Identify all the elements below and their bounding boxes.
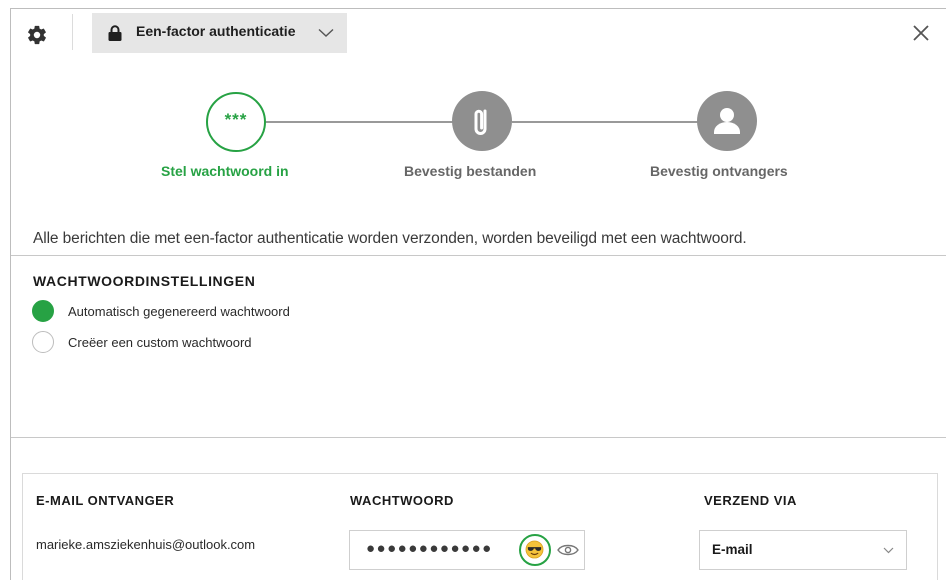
step-connector (266, 121, 454, 123)
step-connector (512, 121, 699, 123)
sunglasses-emoji-icon (525, 540, 544, 559)
radio-button[interactable] (32, 300, 54, 322)
emoji-button[interactable] (519, 534, 551, 566)
lock-icon (108, 25, 122, 41)
password-value[interactable]: ●●●●●●●●●●●● (366, 540, 493, 557)
eye-icon[interactable] (557, 543, 579, 557)
gear-icon[interactable] (26, 24, 48, 46)
divider (11, 437, 946, 438)
column-header-send-via: VERZEND VIA (704, 493, 797, 508)
radio-label[interactable]: Automatisch gegenereerd wachtwoord (68, 304, 290, 319)
send-via-value[interactable]: E-mail (712, 542, 753, 557)
column-header-password: WACHTWOORD (350, 493, 454, 508)
radio-label[interactable]: Creëer een custom wachtwoord (68, 335, 252, 350)
paperclip-icon (474, 109, 487, 135)
intro-text: Alle berichten die met een-factor authen… (33, 230, 747, 247)
step-password-icon: *** (206, 92, 266, 152)
password-settings-title: WACHTWOORDINSTELLINGEN (33, 273, 256, 289)
close-icon[interactable] (912, 24, 930, 42)
header-divider (72, 14, 73, 50)
step-label-confirm-files: Bevestig bestanden (404, 163, 537, 179)
radio-auto-password[interactable]: Automatisch gegenereerd wachtwoord (32, 299, 290, 323)
auth-mode-label[interactable]: Een-factor authenticatie (136, 23, 295, 39)
chevron-down-icon[interactable] (883, 547, 894, 554)
divider (11, 255, 946, 256)
step-files-circle (452, 91, 512, 151)
radio-button[interactable] (32, 331, 54, 353)
chevron-down-icon[interactable] (318, 28, 334, 38)
radio-custom-password[interactable]: Creëer een custom wachtwoord (32, 330, 252, 354)
column-header-email: E-MAIL ONTVANGER (36, 493, 175, 508)
step-label-set-password: Stel wachtwoord in (161, 163, 289, 179)
recipient-email: marieke.amsziekenhuis@outlook.com (36, 537, 256, 552)
user-icon (714, 108, 740, 134)
step-recipients-circle (697, 91, 757, 151)
step-label-confirm-recipients: Bevestig ontvangers (650, 163, 788, 179)
